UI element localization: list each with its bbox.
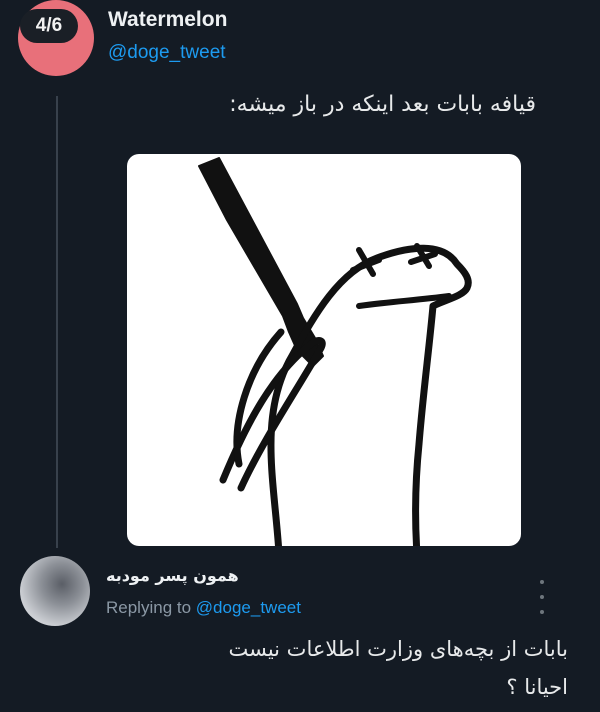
left-eye: [350, 247, 382, 277]
dot-icon: [540, 610, 544, 614]
reply-author-name[interactable]: همون پسر مودبه: [106, 566, 239, 585]
tweet-media-image[interactable]: [127, 154, 521, 546]
reply-author-avatar[interactable]: [20, 556, 90, 626]
more-vertical-icon[interactable]: [532, 580, 552, 614]
replying-to-mention[interactable]: @doge_tweet: [196, 598, 301, 617]
dot-icon: [540, 595, 544, 599]
reply-text-line2: احیانا ؟: [506, 675, 568, 699]
author-name[interactable]: Watermelon: [108, 8, 227, 32]
meme-drawing: [198, 157, 472, 546]
tweet-text: قیافه بابات بعد اینکه در باز میشه:: [229, 92, 536, 117]
dot-icon: [540, 580, 544, 584]
tweet-thread-screen: 4/6 Watermelon @doge_tweet قیافه بابات ب…: [0, 0, 600, 712]
replying-to-line: Replying to @doge_tweet: [106, 598, 301, 618]
author-handle[interactable]: @doge_tweet: [108, 42, 226, 64]
figure-outline: [267, 244, 472, 546]
reply-text: بابات از بچه‌های وزارت اطلاعات نیست احیا…: [108, 630, 568, 706]
replying-to-label: Replying to: [106, 598, 192, 617]
thread-connector-line: [56, 96, 58, 548]
reply-text-line1: بابات از بچه‌های وزارت اطلاعات نیست: [228, 637, 568, 661]
thread-counter-badge: 4/6: [20, 9, 78, 43]
